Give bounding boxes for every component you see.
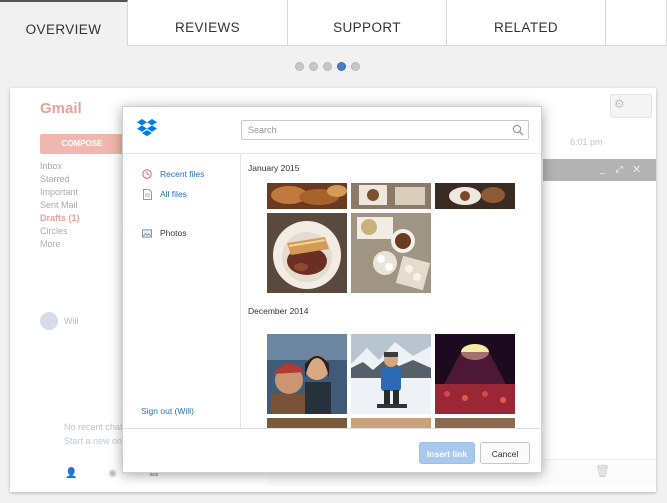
section-heading-january-2015: January 2015	[248, 163, 300, 173]
gmail-user: Will	[40, 312, 79, 330]
gmail-nav-important: Important	[40, 187, 79, 197]
photo-grid: January 2015 December 2014	[241, 154, 541, 428]
carousel-dot-4-active[interactable]	[337, 62, 346, 71]
sidebar-item-label: All files	[160, 189, 187, 199]
tab-related[interactable]: RELATED	[447, 0, 606, 46]
sign-out-link[interactable]: Sign out (Will)	[141, 406, 194, 416]
gmail-nav-sent: Sent Mail	[40, 200, 78, 210]
dropbox-logo-icon	[136, 119, 158, 144]
file-icon	[142, 188, 152, 200]
photo-thumbnail[interactable]	[351, 213, 431, 293]
carousel-dot-5[interactable]	[351, 62, 360, 71]
gmail-chat-empty: No recent chats Start a new one	[64, 420, 127, 448]
gmail-nav-inbox: Inbox	[40, 161, 63, 171]
gmail-nav-more: More	[40, 239, 61, 249]
gmail-nav-drafts: Drafts (1)	[40, 213, 80, 223]
search-icon[interactable]	[512, 123, 524, 141]
gmail-chat-link: Start a new one	[64, 436, 128, 446]
avatar	[40, 312, 58, 330]
sidebar-item-label: Photos	[160, 228, 187, 238]
compose-window-controls-icon: _ ⤢ ✕	[600, 164, 645, 174]
clock-icon	[142, 169, 152, 179]
carousel-dot-1[interactable]	[295, 62, 304, 71]
gmail-nav-starred: Starred	[40, 174, 70, 184]
photo-icon	[142, 228, 152, 238]
photo-thumbnail[interactable]	[267, 334, 347, 414]
carousel-dot-3[interactable]	[323, 62, 332, 71]
tab-bar-filler	[606, 0, 667, 46]
photo-thumbnail[interactable]	[267, 418, 347, 428]
gmail-logo: Gmail	[40, 100, 82, 117]
cancel-button[interactable]: Cancel	[480, 442, 530, 464]
gmail-message-time: 6:01 pm	[570, 137, 603, 147]
photo-thumbnail[interactable]	[351, 183, 431, 209]
photo-thumbnail[interactable]	[435, 418, 515, 428]
store-tab-bar: OVERVIEW REVIEWS SUPPORT RELATED	[0, 0, 667, 47]
photo-thumbnail[interactable]	[267, 213, 347, 293]
sidebar-item-photos[interactable]: Photos	[142, 228, 186, 238]
search-input[interactable]	[241, 120, 529, 140]
sidebar-item-recent-files[interactable]: Recent files	[142, 169, 204, 179]
tab-reviews[interactable]: REVIEWS	[128, 0, 288, 46]
section-heading-december-2014: December 2014	[248, 306, 309, 316]
photo-thumbnail[interactable]	[435, 183, 515, 209]
sidebar-item-label: Recent files	[160, 169, 205, 179]
tab-overview[interactable]: OVERVIEW	[0, 0, 128, 46]
photo-thumbnail[interactable]	[351, 334, 431, 414]
carousel-dot-2[interactable]	[309, 62, 318, 71]
gmail-chat-note: No recent chats	[64, 422, 128, 432]
photo-thumbnail[interactable]	[267, 183, 347, 209]
dialog-footer: Insert link Cancel	[123, 428, 541, 472]
tab-support[interactable]: SUPPORT	[288, 0, 447, 46]
gear-icon: ⚙	[614, 97, 625, 111]
gmail-nav-list: Inbox Starred Important Sent Mail Drafts…	[40, 160, 80, 251]
photo-thumbnail[interactable]	[351, 418, 431, 428]
gmail-compose-button: COMPOSE	[40, 134, 124, 154]
gmail-user-name: Will	[64, 316, 79, 326]
screenshot-carousel-dots	[295, 62, 360, 71]
dialog-sidebar: Recent files All files Photos Sign out (…	[123, 154, 241, 428]
trash-icon: 🗑	[595, 464, 611, 478]
insert-link-button[interactable]: Insert link	[419, 442, 475, 464]
photo-thumbnail[interactable]	[435, 334, 515, 414]
gmail-nav-circles: Circles	[40, 226, 68, 236]
dropbox-chooser-dialog: Recent files All files Photos Sign out (…	[122, 106, 542, 473]
sidebar-item-all-files[interactable]: All files	[142, 188, 187, 200]
dialog-header	[123, 107, 541, 154]
